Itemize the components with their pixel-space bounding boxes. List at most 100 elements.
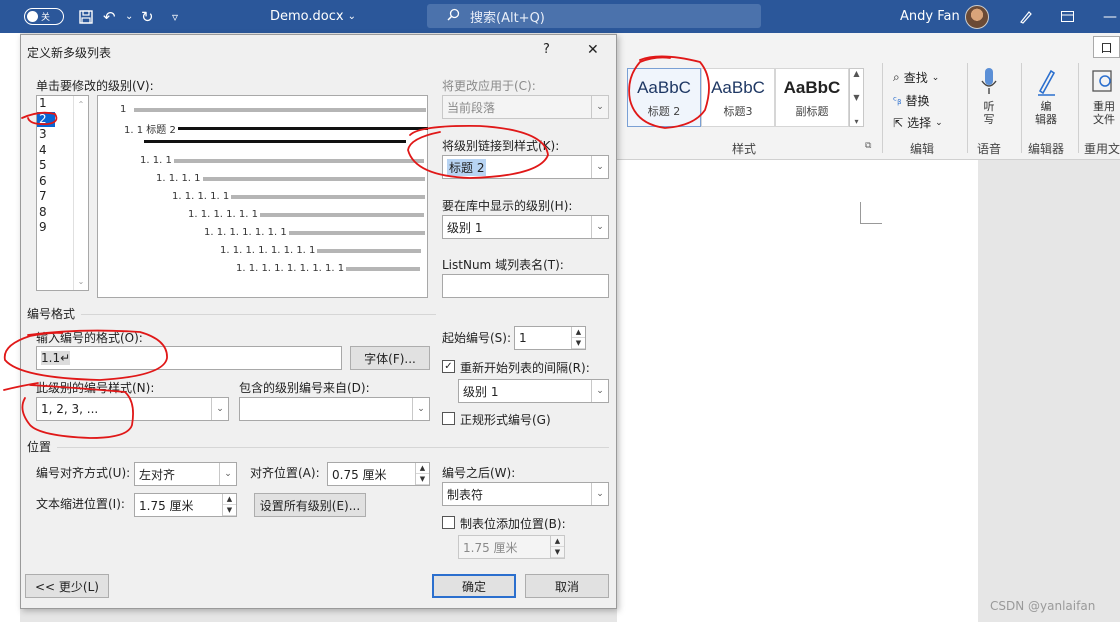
close-icon[interactable]: ✕ [587, 42, 599, 58]
number-style-value: 1, 2, 3, ... [41, 402, 99, 416]
tab-stop-checkbox[interactable] [442, 516, 455, 529]
restart-level-value: 级别 1 [463, 384, 499, 399]
legal-style-checkbox[interactable] [442, 412, 455, 425]
preview-number: 1. 1. 1. 1. 1 [172, 191, 230, 202]
chevron-down-icon[interactable]: ▼ [223, 505, 236, 516]
styles-dialog-launcher-icon[interactable]: ⧉ [865, 141, 871, 151]
spinner-arrows[interactable]: ▲ ▼ [550, 536, 564, 558]
preview-row-heading2: 1. 1 标题 2 [124, 121, 428, 136]
listnum-input[interactable] [442, 274, 609, 298]
preview-row: 1. 1. 1 [140, 155, 424, 166]
link-style-select[interactable]: 标题 2 ⌄ [442, 155, 609, 179]
style-name: 标题3 [723, 105, 753, 118]
reuse-files-button[interactable]: 重用 文件 [1091, 67, 1117, 126]
ribbon-display-icon[interactable] [1061, 0, 1074, 33]
help-button[interactable]: ? [543, 42, 550, 57]
spinner-arrows[interactable]: ▲ ▼ [222, 494, 236, 516]
less-button[interactable]: << 更少(L) [25, 574, 109, 598]
preview-bar-active [144, 140, 406, 143]
toggle-knob [27, 11, 38, 22]
preview-bar [202, 176, 425, 181]
level-list-scrollbar[interactable]: ⌃ ⌄ [73, 96, 88, 290]
minimize-icon[interactable]: — [1103, 0, 1117, 33]
style-sample: AaBbC [783, 78, 841, 97]
spinner-arrows[interactable]: ▲ ▼ [571, 327, 585, 349]
preview-bar [259, 212, 424, 217]
tab-stop-value: 1.75 厘米 [463, 540, 518, 555]
chevron-up-icon[interactable]: ▲ [572, 327, 585, 338]
set-all-levels-button[interactable]: 设置所有级别(E)... [254, 493, 366, 517]
replace-button[interactable]: ᶜᵦ 替换 [893, 92, 930, 109]
preview-number: 1. 1 标题 2 [124, 125, 176, 136]
cancel-button[interactable]: 取消 [525, 574, 609, 598]
user-name[interactable]: Andy Fan [900, 0, 960, 33]
spinner-arrows[interactable]: ▲ ▼ [415, 463, 429, 485]
comments-button[interactable]: 口 [1093, 36, 1120, 58]
chevron-down-icon[interactable]: ▼ [416, 474, 429, 485]
chevron-up-icon[interactable]: ▲ [551, 536, 564, 547]
chevron-down-icon: ⌄ [347, 11, 356, 22]
level-item-selected[interactable]: 2 [37, 111, 55, 127]
indent-spinner[interactable]: 1.75 厘米 ▲ ▼ [134, 493, 237, 517]
editor-button[interactable]: 编 辑器 [1035, 67, 1057, 126]
chevron-up-icon[interactable]: ▲ [853, 69, 859, 78]
restart-checkbox[interactable]: ✓ [442, 360, 455, 373]
preview-bar-active [177, 127, 428, 130]
undo-icon[interactable]: ↶ [103, 0, 116, 33]
avatar[interactable] [965, 4, 989, 29]
gallery-scroll[interactable]: ▲ ▼ ▾ [849, 68, 864, 127]
select-button[interactable]: ⇱ 选择 ⌄ [893, 114, 943, 131]
redo-icon[interactable]: ↻ [141, 0, 154, 33]
font-button[interactable]: 字体(F)... [350, 346, 430, 370]
document-name[interactable]: Demo.docx ⌄ [270, 0, 356, 33]
chevron-down-icon[interactable]: ▼ [551, 547, 564, 558]
alignment-select[interactable]: 左对齐 ⌄ [134, 462, 237, 486]
dictate-button[interactable]: 听 写 [980, 67, 998, 126]
chevron-up-icon[interactable]: ⌃ [78, 100, 85, 109]
number-style-select[interactable]: 1, 2, 3, ... ⌄ [36, 397, 229, 421]
ok-button[interactable]: 确定 [432, 574, 516, 598]
designer-pen-icon[interactable] [1018, 0, 1034, 33]
reuse-label-1: 重用 [1093, 100, 1115, 113]
undo-dropdown-icon[interactable]: ⌄ [125, 0, 133, 33]
level-list[interactable]: 1 2 3 4 5 6 7 8 9 ⌃ ⌄ [36, 95, 89, 291]
style-heading-2[interactable]: AaBbC 标题 2 [627, 68, 701, 127]
search-box[interactable]: 搜索(Alt+Q) [427, 4, 761, 28]
follow-number-select[interactable]: 制表符 ⌄ [442, 482, 609, 506]
alignment-value: 左对齐 [139, 467, 176, 482]
gallery-level-select[interactable]: 级别 1 ⌄ [442, 215, 609, 239]
chevron-down-icon: ⌄ [211, 398, 228, 420]
document-page[interactable] [617, 160, 978, 622]
include-from-select[interactable]: ⌄ [239, 397, 430, 421]
chevron-up-icon[interactable]: ▲ [416, 463, 429, 474]
aligned-at-spinner[interactable]: 0.75 厘米 ▲ ▼ [327, 462, 430, 486]
tab-stop-label: 制表位添加位置(B): [460, 517, 566, 531]
preview-number: 1. 1. 1 [140, 155, 172, 166]
section-divider [81, 314, 436, 315]
restart-level-select[interactable]: 级别 1 ⌄ [458, 379, 609, 403]
chevron-down-icon[interactable]: ⌄ [78, 277, 85, 286]
chevron-down-icon: ⌄ [935, 117, 943, 128]
apply-to-select[interactable]: 当前段落 ⌄ [442, 95, 609, 119]
number-format-input[interactable]: 1.1↵ [36, 346, 342, 370]
follow-number-value: 制表符 [447, 487, 484, 502]
tab-stop-spinner[interactable]: 1.75 厘米 ▲ ▼ [458, 535, 565, 559]
start-at-spinner[interactable]: 1 ▲ ▼ [514, 326, 586, 350]
style-heading-3[interactable]: AaBbC 标题3 [701, 68, 775, 127]
editor-pen-icon [1035, 67, 1057, 100]
chevron-down-icon[interactable]: ▼ [853, 93, 859, 102]
autosave-toggle[interactable]: 关 [24, 8, 64, 25]
style-subtitle[interactable]: AaBbC 副标题 [775, 68, 849, 127]
dictate-label-2: 写 [983, 113, 995, 126]
preview-row: 1. 1. 1. 1. 1. 1 [188, 209, 424, 220]
chevron-down-icon: ⌄ [591, 156, 608, 178]
link-style-value: 标题 2 [447, 158, 487, 176]
find-button[interactable]: ⌕ 查找 ⌄ [893, 69, 939, 86]
chevron-down-icon[interactable]: ▼ [572, 338, 585, 349]
customize-qat-icon[interactable]: ▿ [172, 0, 178, 33]
chevron-up-icon[interactable]: ▲ [223, 494, 236, 505]
save-icon[interactable] [78, 0, 94, 33]
preview-row: 1. 1. 1. 1. 1. 1. 1. 1 [220, 245, 422, 256]
preview-bar [134, 107, 427, 112]
expand-gallery-icon[interactable]: ▾ [854, 117, 858, 126]
